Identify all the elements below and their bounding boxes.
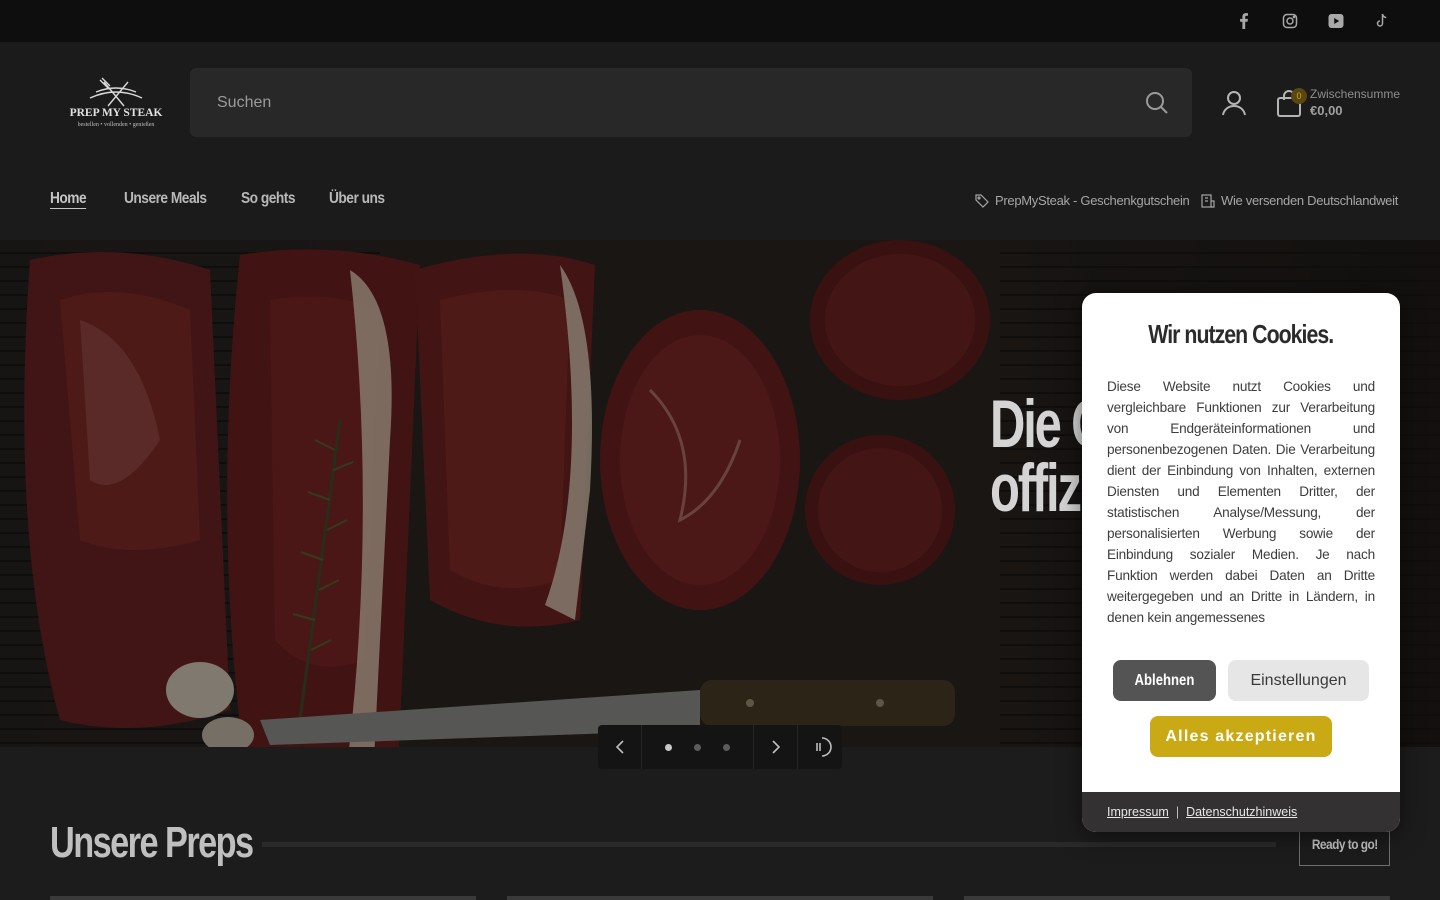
footer-separator: | <box>1175 805 1180 819</box>
slider-dot-2[interactable] <box>694 743 701 751</box>
logo[interactable]: PREP MY STEAK bestellen • vollenden • ge… <box>60 76 172 132</box>
site-header: PREP MY STEAK bestellen • vollenden • ge… <box>0 42 1440 240</box>
settings-button[interactable]: Einstellungen <box>1228 660 1369 701</box>
accept-all-button[interactable]: Alles akzeptieren <box>1150 716 1332 757</box>
product-card[interactable] <box>507 896 933 900</box>
slider-next-button[interactable] <box>754 725 798 769</box>
slider-dot-1[interactable] <box>665 743 672 751</box>
shipping-icon <box>1201 193 1215 208</box>
tiktok-icon[interactable] <box>1372 11 1392 31</box>
tag-icon <box>975 193 989 208</box>
privacy-link[interactable]: Datenschutzhinweis <box>1186 805 1297 819</box>
cart-subtotal-label: Zwischensumme <box>1310 87 1401 101</box>
facebook-icon[interactable] <box>1234 11 1254 31</box>
nav-unsere-meals[interactable]: Unsere Meals <box>124 190 207 208</box>
product-card[interactable] <box>964 896 1390 900</box>
pause-icon <box>816 737 832 757</box>
nav-link-shipping[interactable]: Wie versenden Deutschlandweit <box>1201 193 1398 208</box>
cart-count-badge: 0 <box>1291 88 1307 104</box>
cookie-description: Diese Website nutzt Cookies und vergleic… <box>1107 379 1375 625</box>
slider-dot-3[interactable] <box>723 743 730 751</box>
account-icon[interactable] <box>1220 89 1248 117</box>
nav-link-label: Wie versenden Deutschlandweit <box>1221 193 1399 208</box>
logo-text: PREP MY STEAK <box>70 107 163 119</box>
section-divider <box>262 842 1276 847</box>
section-title: Unsere Preps <box>50 818 254 867</box>
nav-link-gift-voucher[interactable]: PrepMySteak - Geschenkgutschein <box>975 193 1190 208</box>
chevron-right-icon <box>771 740 780 754</box>
cart-button[interactable]: 0 Zwischensumme €0,00 <box>1276 86 1406 126</box>
instagram-icon[interactable] <box>1280 11 1300 31</box>
decline-label: Ablehnen <box>1134 671 1195 689</box>
chevron-left-icon <box>615 740 624 754</box>
ready-to-go-label: Ready to go! <box>1311 835 1378 852</box>
nav-home[interactable]: Home <box>50 190 87 208</box>
slider-controls <box>598 725 842 769</box>
nav-ueber-uns[interactable]: Über uns <box>329 190 385 208</box>
imprint-link[interactable]: Impressum <box>1107 805 1169 819</box>
youtube-icon[interactable] <box>1326 11 1346 31</box>
nav-so-gehts[interactable]: So gehts <box>241 190 295 208</box>
nav-link-label: PrepMySteak - Geschenkgutschein <box>995 193 1190 208</box>
decline-button[interactable]: Ablehnen <box>1113 660 1216 701</box>
slider-prev-button[interactable] <box>598 725 642 769</box>
cookie-title: Wir nutzen Cookies. <box>1082 319 1400 350</box>
cookie-title-text: Wir nutzen Cookies. <box>1148 319 1335 349</box>
slider-dots <box>642 725 754 769</box>
cart-subtotal-value: €0,00 <box>1310 103 1343 118</box>
slider-pause-button[interactable] <box>798 725 842 769</box>
search-input[interactable] <box>190 68 1130 137</box>
cookie-consent-dialog: Wir nutzen Cookies. Diese Website nutzt … <box>1082 293 1400 832</box>
search-bar <box>190 68 1192 137</box>
search-icon[interactable] <box>1144 90 1170 116</box>
logo-tagline: bestellen • vollenden • genießen <box>78 121 155 128</box>
product-card[interactable] <box>50 896 476 900</box>
cookie-footer: Impressum | Datenschutzhinweis <box>1082 792 1400 832</box>
top-bar <box>0 0 1440 42</box>
